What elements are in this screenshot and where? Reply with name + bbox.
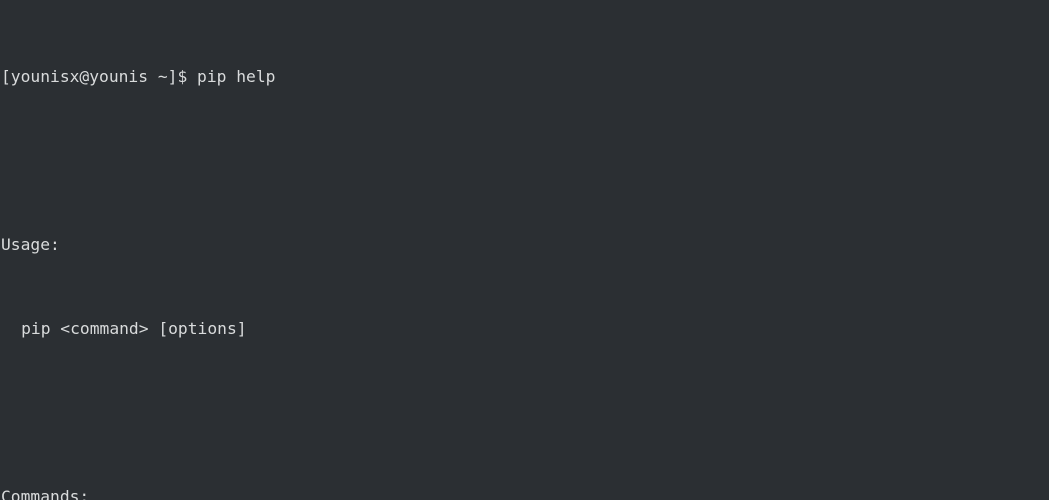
- commands-heading: Commands:: [1, 487, 90, 500]
- usage-line: pip <command> [options]: [21, 319, 247, 338]
- terminal-screen[interactable]: [younisx@younis ~]$ pip help Usage: pip …: [0, 0, 1049, 500]
- usage-heading: Usage:: [1, 235, 60, 254]
- terminal-prompt-line: [younisx@younis ~]$ pip help: [1, 67, 276, 86]
